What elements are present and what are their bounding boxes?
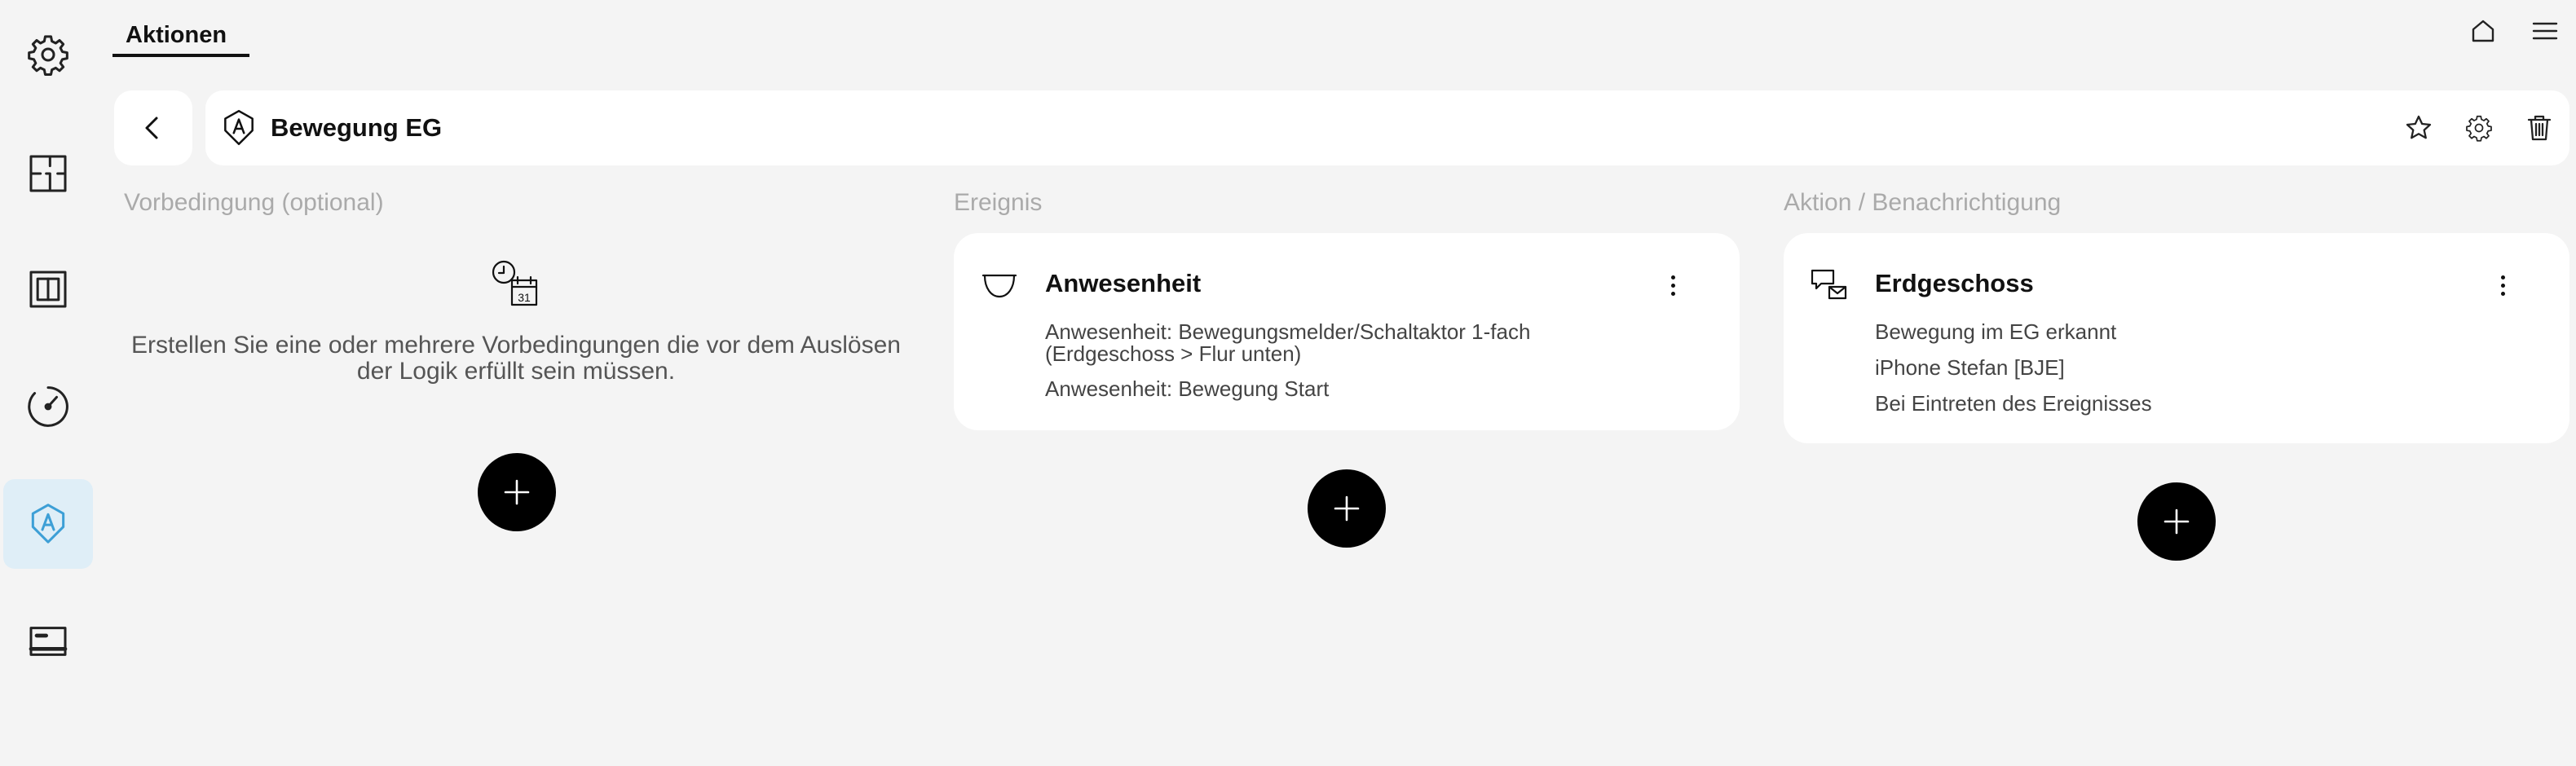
- panel-icon: [29, 271, 67, 308]
- action-card-title: Erdgeschoss: [1875, 269, 2034, 297]
- sidebar-item-floorplan[interactable]: [3, 129, 93, 218]
- tab-underline: [112, 54, 249, 57]
- event-card[interactable]: Anwesenheit Anwesenheit: Bewegungsmelder…: [954, 233, 1740, 430]
- gear-icon: [28, 35, 68, 77]
- action-icon: [31, 504, 65, 544]
- action-card-line: iPhone Stefan [BJE]: [1875, 355, 2065, 380]
- calendar-day: 31: [518, 291, 531, 304]
- title-icon-wrap: [218, 108, 259, 148]
- event-card-line: Anwesenheit: Bewegungsmelder/Schaltaktor…: [1045, 319, 1531, 344]
- title-bar: Bewegung EG: [205, 90, 2569, 165]
- menu-icon: [2532, 22, 2558, 40]
- column-label-precondition: Vorbedingung (optional): [124, 189, 384, 216]
- add-precondition-button[interactable]: [478, 453, 556, 531]
- display-icon: [29, 627, 68, 656]
- event-card-line: Anwesenheit: Bewegung Start: [1045, 376, 1330, 401]
- action-card-line: Bei Eintreten des Ereignisses: [1875, 391, 2152, 416]
- star-icon: [2406, 115, 2432, 139]
- action-icon: [224, 109, 254, 146]
- floorplan-icon: [29, 155, 67, 192]
- sidebar-item-display[interactable]: [3, 597, 93, 686]
- sidebar-item-gauge[interactable]: [3, 362, 93, 451]
- back-button[interactable]: [114, 90, 192, 165]
- page-title: Bewegung EG: [271, 113, 443, 142]
- gauge-icon: [28, 386, 68, 427]
- action-card-line: Bewegung im EG erkannt: [1875, 319, 2117, 344]
- menu-button[interactable]: [2514, 11, 2576, 51]
- add-action-button[interactable]: [2137, 482, 2216, 561]
- kebab-dot: [2500, 283, 2505, 288]
- sidebar-item-actions[interactable]: [3, 479, 93, 569]
- action-card-menu-button[interactable]: [2486, 269, 2519, 302]
- clock-calendar-icon: 31: [489, 258, 541, 310]
- add-event-button[interactable]: [1308, 469, 1386, 548]
- home-button[interactable]: [2452, 11, 2514, 51]
- sidebar: [0, 0, 96, 766]
- event-card-title: Anwesenheit: [1045, 269, 1202, 297]
- chevron-left-icon: [145, 117, 158, 139]
- notification-icon: [1810, 266, 1849, 305]
- action-card[interactable]: Erdgeschoss Bewegung im EG erkannt iPhon…: [1784, 233, 2569, 443]
- favorite-button[interactable]: [2389, 98, 2449, 158]
- gear-icon: [2466, 115, 2492, 142]
- settings-button[interactable]: [2449, 98, 2509, 158]
- plus-icon: [1334, 495, 1360, 522]
- column-label-event: Ereignis: [954, 189, 1043, 216]
- plus-icon: [504, 479, 530, 505]
- event-card-menu-button[interactable]: [1656, 269, 1689, 302]
- trash-icon: [2527, 115, 2552, 141]
- top-right-controls: [2452, 11, 2576, 51]
- kebab-dot: [1670, 283, 1675, 288]
- title-actions: [2389, 98, 2569, 158]
- tab-aktionen[interactable]: Aktionen: [112, 11, 240, 59]
- sidebar-item-panel[interactable]: [3, 244, 93, 334]
- kebab-dot: [2500, 275, 2505, 280]
- home-icon: [2472, 20, 2494, 42]
- kebab-dot: [1670, 275, 1675, 280]
- sidebar-item-settings[interactable]: [3, 10, 93, 99]
- kebab-dot: [1670, 291, 1675, 296]
- precondition-empty-text: Erstellen Sie eine oder mehrere Vorbedin…: [131, 332, 901, 385]
- presence-icon: [980, 266, 1019, 305]
- column-label-action: Aktion / Benachrichtigung: [1784, 189, 2062, 216]
- plus-icon: [2164, 508, 2190, 535]
- event-card-line: (Erdgeschoss > Flur unten): [1045, 341, 1302, 366]
- delete-button[interactable]: [2509, 98, 2569, 158]
- kebab-dot: [2500, 291, 2505, 296]
